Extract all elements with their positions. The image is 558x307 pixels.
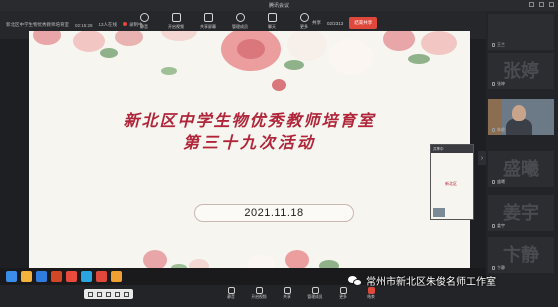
wechat-icon xyxy=(348,275,362,286)
microphone-icon xyxy=(492,266,495,270)
browser-icon[interactable] xyxy=(36,271,47,282)
footer-members-button[interactable]: 管理成员 xyxy=(306,287,324,300)
watermark-text: 常州市新北区朱俊名师工作室 xyxy=(366,277,496,288)
flower-decoration-top xyxy=(33,31,457,91)
participant-video-tile[interactable]: 朱俊 xyxy=(488,99,554,135)
window-controls xyxy=(529,2,554,7)
footer-share-button[interactable]: 共享 xyxy=(278,287,296,300)
powerpoint-icon[interactable] xyxy=(51,271,62,282)
footer-more-button[interactable]: 更多 xyxy=(334,287,352,300)
microphone-icon xyxy=(492,128,495,132)
microphone-icon xyxy=(492,224,495,228)
app-icon[interactable] xyxy=(66,271,77,282)
more-icon xyxy=(299,13,309,22)
participant-body xyxy=(506,119,532,135)
microphone-icon xyxy=(492,180,495,184)
folder-icon[interactable] xyxy=(21,271,32,282)
shape-icon[interactable] xyxy=(97,291,102,297)
participant-name: 朱俊 xyxy=(497,127,505,132)
chat-button[interactable]: 聊天 xyxy=(260,13,284,30)
participant-name: 张婷 xyxy=(497,81,505,86)
collapse-panel-button[interactable]: › xyxy=(478,151,486,165)
camera-icon xyxy=(171,13,181,22)
minimize-icon[interactable] xyxy=(529,2,534,7)
toolbar-right: 共享 02/2313 结束共享 xyxy=(312,17,378,29)
mute-button[interactable]: 静音 xyxy=(132,13,156,30)
microphone-icon xyxy=(492,82,495,86)
members-icon xyxy=(235,13,245,22)
slide-subtitle: 第三十九次活动 xyxy=(182,133,316,152)
members-button[interactable]: 管理成员 xyxy=(228,13,252,30)
participant-tile[interactable]: 卞静 卞静 xyxy=(488,237,554,273)
meeting-name: 新北区中学生物优秀教师培育室 xyxy=(6,22,69,27)
preview-text: 新北区 xyxy=(445,181,457,186)
microphone-icon xyxy=(139,13,149,22)
slide-title: 新北区中学生物优秀教师培育室 xyxy=(123,111,376,130)
participant-name: 王兰 xyxy=(497,42,505,47)
meeting-timer: 02:15:28 xyxy=(75,22,93,28)
participant-tile[interactable]: 盛曦 盛曦 xyxy=(488,151,554,187)
slide-date: 2021.11.18 xyxy=(194,204,354,222)
page-indicator: 02/2313 xyxy=(327,20,344,26)
participant-placeholder: 张婷 xyxy=(503,61,539,81)
meeting-footer: 静音 开启视频 共享 管理成员 更多 结束 xyxy=(0,285,486,307)
participant-tile[interactable]: 王兰 xyxy=(488,14,554,50)
participant-name: 盛曦 xyxy=(497,179,505,184)
annotation-toolbar xyxy=(84,289,133,299)
meeting-window: 腾讯会议 新北区中学生物优秀教师培育室 02:15:28 13人在线 录制中 静… xyxy=(0,0,558,307)
camera-icon xyxy=(255,287,263,294)
maximize-icon[interactable] xyxy=(539,2,544,7)
footer-video-button[interactable]: 开启视频 xyxy=(250,287,268,300)
stop-share-button[interactable]: 结束共享 xyxy=(349,17,378,29)
toolbar-tools: 静音 开启视频 共享屏幕 管理成员 聊天 更多 xyxy=(132,13,316,30)
participant-placeholder: 盛曦 xyxy=(503,159,539,179)
microphone-icon xyxy=(492,43,495,47)
shared-slide: 新北区中学生物优秀教师培育室 第三十九次活动 2021.11.18 xyxy=(29,31,470,270)
share-icon xyxy=(283,287,291,294)
video-button[interactable]: 开启视频 xyxy=(164,13,188,30)
window-title: 腾讯会议 xyxy=(268,3,289,9)
flower-decoration-bottom xyxy=(143,250,339,270)
more-icon xyxy=(339,287,347,294)
meeting-info: 新北区中学生物优秀教师培育室 02:15:28 13人在线 录制中 xyxy=(0,22,143,28)
recording-dot-icon xyxy=(123,22,128,26)
footer-end-button[interactable]: 结束 xyxy=(362,287,380,300)
microphone-icon xyxy=(227,287,235,294)
title-bar: 腾讯会议 xyxy=(0,0,558,11)
chat-icon xyxy=(267,13,277,22)
chevron-right-icon: › xyxy=(480,154,484,162)
end-icon xyxy=(367,287,375,294)
pen-icon[interactable] xyxy=(88,291,93,297)
footer-tools: 静音 开启视频 共享 管理成员 更多 结束 xyxy=(222,287,380,300)
preview-header: 共享中 xyxy=(431,145,473,153)
close-icon[interactable] xyxy=(549,2,554,7)
eraser-icon[interactable] xyxy=(115,291,120,297)
wechat-watermark: 常州市新北区朱俊名师工作室 xyxy=(348,273,496,288)
participant-name: 姜宇 xyxy=(497,223,505,228)
preview-thumbnail xyxy=(433,208,445,217)
participant-placeholder: 姜宇 xyxy=(503,203,539,223)
participant-placeholder: 卞静 xyxy=(503,245,539,265)
windows-start-icon[interactable] xyxy=(6,271,17,282)
share-label[interactable]: 共享 xyxy=(312,20,321,26)
undo-icon[interactable] xyxy=(124,291,129,297)
share-screen-button[interactable]: 共享屏幕 xyxy=(196,13,220,30)
share-preview-window[interactable]: 共享中 新北区 xyxy=(430,144,474,220)
pdf-icon[interactable] xyxy=(96,271,107,282)
participant-tile[interactable]: 张婷 张婷 xyxy=(488,53,554,89)
member-count[interactable]: 13人在线 xyxy=(99,22,118,28)
participants-panel: › 王兰 张婷 张婷 朱俊 盛曦 盛曦 姜宇 姜宇 卞静 卞静 xyxy=(478,11,558,307)
participant-tile[interactable]: 姜宇 姜宇 xyxy=(488,195,554,231)
participant-name: 卞静 xyxy=(497,265,505,270)
meeting-app-icon[interactable] xyxy=(81,271,92,282)
members-icon xyxy=(311,287,319,294)
share-screen-icon xyxy=(203,13,213,22)
text-icon[interactable] xyxy=(106,291,111,297)
footer-mute-button[interactable]: 静音 xyxy=(222,287,240,300)
app-icon[interactable] xyxy=(111,271,122,282)
participant-face xyxy=(512,105,526,121)
